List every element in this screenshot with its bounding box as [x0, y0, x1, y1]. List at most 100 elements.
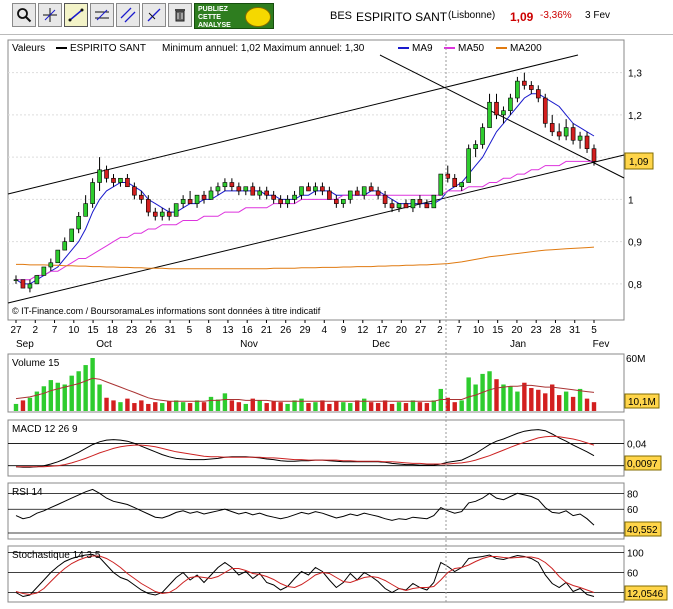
- volume-bar: [125, 398, 130, 411]
- candle-body: [48, 262, 54, 268]
- date-tick-label: 15: [492, 325, 504, 336]
- volume-bar: [368, 402, 374, 411]
- price-panel: Valeurs ESPIRITO SANT Minimum annuel: 1,…: [7, 39, 654, 321]
- candle-body: [522, 80, 527, 86]
- volume-bar: [48, 380, 54, 411]
- volume-bar: [243, 403, 249, 411]
- candle-body: [410, 199, 416, 209]
- macd-panel: MACD 12 26 9 0,04 0,0097: [7, 419, 662, 477]
- month-label: Sep: [16, 339, 34, 350]
- candle-body: [264, 190, 269, 196]
- macd-y-tick: 0,04: [627, 439, 647, 450]
- volume-bar: [424, 403, 430, 411]
- candle-body: [104, 169, 109, 179]
- volume-bar: [396, 402, 402, 411]
- volume-bar: [27, 397, 33, 411]
- candle-body: [494, 101, 499, 116]
- stochastic-y-tick: 60: [627, 569, 639, 580]
- volume-bar: [459, 400, 464, 411]
- volume-y-axis: 60M: [626, 354, 645, 365]
- volume-bar: [431, 400, 437, 411]
- date-tick-label: 21: [261, 325, 273, 336]
- candle-body: [354, 190, 360, 196]
- candle-body: [250, 186, 256, 196]
- volume-bar: [194, 400, 200, 411]
- date-tick-label: 7: [456, 325, 462, 336]
- volume-bar: [278, 402, 283, 411]
- macd-last-label: 0,0097: [627, 459, 658, 470]
- candle-body: [341, 199, 346, 204]
- price-y-axis: 1,31,21,110,90,8: [628, 69, 642, 291]
- candle-body: [278, 199, 283, 204]
- volume-bar: [536, 389, 541, 411]
- candle-body: [417, 199, 423, 204]
- candle-body: [389, 203, 395, 209]
- legend-ma200: MA200: [510, 43, 542, 54]
- candle-body: [431, 194, 437, 209]
- date-tick-label: 5: [591, 325, 597, 336]
- date-tick-label: 15: [88, 325, 100, 336]
- price-y-tick: 0,8: [628, 280, 642, 291]
- volume-bar: [257, 400, 262, 411]
- price-y-tick: 1,3: [628, 69, 642, 80]
- date-tick-label: 20: [396, 325, 408, 336]
- volume-bar: [313, 402, 318, 411]
- candle-body: [459, 182, 464, 188]
- date-tick-label: 9: [341, 325, 347, 336]
- stock-chart[interactable]: Valeurs ESPIRITO SANT Minimum annuel: 1,…: [0, 0, 673, 609]
- date-tick-label: 7: [52, 325, 58, 336]
- last-price-label: 1,09: [629, 157, 649, 168]
- stochastic-last-label: 12,0546: [627, 589, 664, 600]
- candle-body: [152, 211, 158, 217]
- month-label: Dec: [372, 339, 390, 350]
- candle-body: [480, 127, 485, 145]
- month-label: Nov: [240, 339, 258, 350]
- date-axis: 27 2 7 10 15 18 23 26 31 5 8 13 16 21 26 29 4 9 12 17 20 27 2 7…: [10, 320, 609, 350]
- candle-body: [285, 199, 290, 204]
- volume-bar: [104, 397, 109, 411]
- candle-body: [327, 190, 332, 200]
- volume-bar: [466, 377, 471, 411]
- volume-bar: [292, 400, 297, 411]
- macd-y-axis: 0,04: [627, 439, 647, 450]
- date-tick-label: 29: [299, 325, 311, 336]
- candle-body: [306, 186, 311, 192]
- volume-bar: [180, 402, 186, 411]
- candle-body: [403, 203, 409, 209]
- candle-body: [132, 186, 137, 196]
- volume-bar: [173, 400, 179, 411]
- candle-body: [125, 177, 130, 188]
- candle-body: [20, 279, 26, 289]
- candle-body: [146, 199, 151, 213]
- volume-bar: [403, 403, 409, 411]
- volume-bar: [473, 384, 478, 411]
- candle-body: [556, 131, 562, 137]
- volume-bar: [348, 403, 353, 411]
- date-tick-label: 23: [531, 325, 543, 336]
- date-tick-label: 27: [10, 325, 22, 336]
- date-tick-label: 20: [511, 325, 523, 336]
- candle-body: [166, 211, 172, 217]
- legend-ma50: MA50: [458, 43, 485, 54]
- price-y-tick: 1: [628, 195, 634, 206]
- volume-bar: [236, 402, 242, 411]
- candle-body: [466, 148, 471, 183]
- date-tick-label: 4: [321, 325, 327, 336]
- candle-body: [591, 148, 597, 162]
- candle-body: [34, 275, 40, 285]
- volume-last-label: 10,1M: [628, 397, 656, 408]
- volume-bar: [382, 400, 388, 411]
- volume-bar: [111, 400, 116, 411]
- candle-body: [173, 203, 179, 217]
- date-tick-label: 12: [357, 325, 369, 336]
- candle-body: [452, 177, 458, 188]
- candle-body: [83, 203, 88, 217]
- volume-bar: [361, 398, 367, 411]
- date-tick-label: 8: [206, 325, 212, 336]
- volume-bar: [299, 398, 304, 411]
- volume-bar: [208, 396, 214, 411]
- volume-bar: [494, 379, 499, 411]
- candle-body: [62, 241, 68, 251]
- rsi-last-label: 40,552: [627, 525, 658, 536]
- volume-bar: [563, 391, 569, 411]
